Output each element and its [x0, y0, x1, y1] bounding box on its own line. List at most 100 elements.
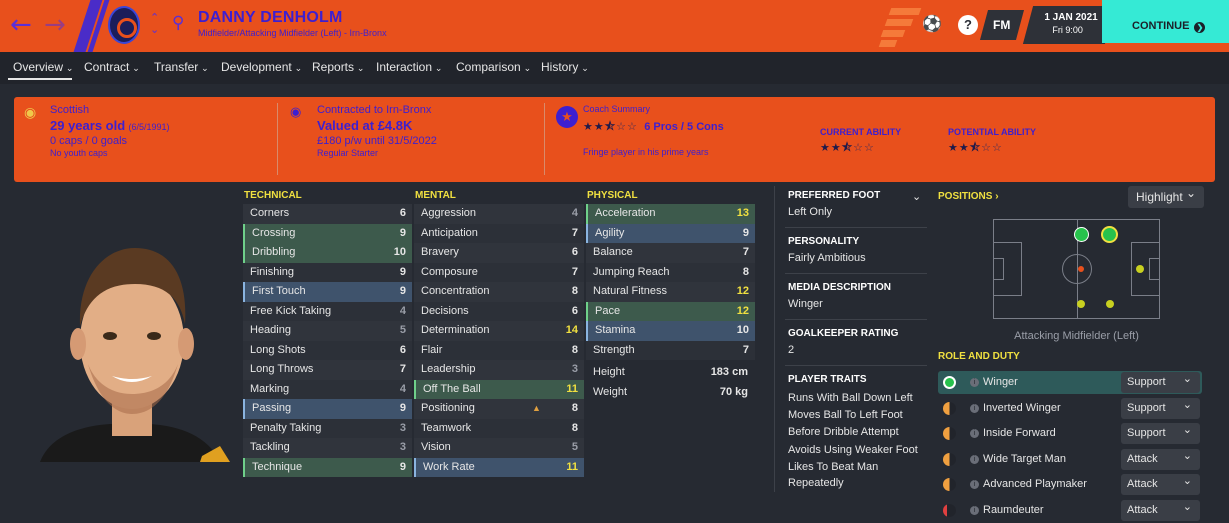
attr-corners[interactable]: Corners 6 — [243, 204, 412, 224]
attr-marking[interactable]: Marking 4 — [243, 379, 412, 399]
attr-tackling[interactable]: Tackling 3 — [243, 438, 412, 458]
attr-natural-fitness[interactable]: Natural Fitness 12 — [586, 282, 755, 302]
attr-technique[interactable]: Technique 9 — [243, 457, 412, 477]
tab-transfer[interactable]: Transfer — [154, 60, 209, 74]
continue-button[interactable]: CONTINUE ❯ — [1102, 0, 1229, 43]
player-subtitle[interactable]: Midfielder/Attacking Midfielder (Left) -… — [198, 28, 387, 38]
attr-first-touch[interactable]: First Touch 9 — [243, 282, 412, 302]
weight-value: 70 kg — [719, 386, 748, 398]
foot-dropdown-icon[interactable]: ⌄ — [912, 190, 921, 203]
positions-title[interactable]: POSITIONS › — [938, 191, 999, 202]
attr-composure[interactable]: Composure 7 — [414, 262, 584, 282]
attr-decisions[interactable]: Decisions 6 — [414, 301, 584, 321]
position-st-dot — [1136, 265, 1144, 273]
role-advanced-playmaker[interactable]: i Advanced Playmaker Attack — [938, 470, 1202, 496]
current-ability-label: CURRENT ABILITY — [820, 127, 902, 137]
nationality[interactable]: Scottish — [50, 104, 170, 116]
weight-label: Weight — [593, 386, 628, 398]
attr-heading[interactable]: Heading 5 — [243, 321, 412, 341]
preferred-foot-label: PREFERRED FOOT — [788, 190, 881, 201]
role-raumdeuter[interactable]: i Raumdeuter Attack — [938, 496, 1202, 522]
position-pitch[interactable] — [993, 219, 1160, 319]
tab-development[interactable]: Development — [221, 60, 302, 74]
help-icon[interactable]: ? — [958, 15, 978, 35]
info-icon[interactable]: i — [970, 378, 979, 387]
contract-title[interactable]: Contracted to Irn-Bronx — [317, 104, 437, 116]
search-icon[interactable]: ⚲ — [172, 13, 184, 33]
position-dm-dot — [1078, 266, 1084, 272]
attr-passing[interactable]: Passing 9 — [243, 399, 412, 419]
attr-jumping-reach[interactable]: Jumping Reach 8 — [586, 262, 755, 282]
attr-finishing[interactable]: Finishing 9 — [243, 262, 412, 282]
attr-pace[interactable]: Pace 12 — [586, 301, 755, 321]
forward-arrow-icon[interactable]: → — [44, 10, 66, 40]
attr-bravery[interactable]: Bravery 6 — [414, 243, 584, 263]
tab-reports[interactable]: Reports — [312, 60, 364, 74]
attr-long-throws[interactable]: Long Throws 7 — [243, 360, 412, 380]
info-icon[interactable]: i — [970, 455, 979, 464]
duty-dropdown[interactable]: Attack — [1121, 496, 1200, 521]
position-ml-dot — [1074, 227, 1089, 242]
personality-label: PERSONALITY — [788, 236, 860, 247]
player-portrait[interactable] — [30, 236, 230, 462]
attr-anticipation[interactable]: Anticipation 7 — [414, 223, 584, 243]
duty-dropdown[interactable]: Support — [1121, 394, 1200, 419]
football-icon[interactable]: ⚽ — [922, 15, 942, 35]
player-switch-arrows-icon[interactable]: ⌃ ⌄ — [150, 12, 159, 36]
attr-free-kick[interactable]: Free Kick Taking 4 — [243, 301, 412, 321]
info-icon[interactable]: i — [970, 429, 979, 438]
tab-overview[interactable]: Overview — [13, 60, 73, 74]
attr-teamwork[interactable]: Teamwork 8 — [414, 418, 584, 438]
trait-item: Runs With Ball Down Left — [788, 392, 913, 404]
attr-balance[interactable]: Balance 7 — [586, 243, 755, 263]
attr-off-the-ball[interactable]: Off The Ball 11 — [414, 379, 584, 399]
tab-interaction[interactable]: Interaction — [376, 60, 442, 74]
date-of-birth: (6/5/1991) — [128, 122, 170, 132]
caps-goals: 0 caps / 0 goals — [50, 135, 128, 147]
current-ability-stars: ★★⯪☆☆ — [820, 141, 875, 154]
attr-stamina[interactable]: Stamina 10 — [586, 321, 755, 341]
duty-dropdown[interactable]: Attack — [1121, 470, 1200, 495]
media-description: Winger — [788, 298, 823, 310]
coach-summary-title[interactable]: Coach Summary — [583, 104, 724, 114]
info-icon[interactable]: i — [970, 506, 979, 515]
attr-leadership[interactable]: Leadership 3 — [414, 360, 584, 380]
attr-crossing[interactable]: Crossing 9 — [243, 223, 412, 243]
role-suitability-icon — [943, 453, 956, 466]
attr-concentration[interactable]: Concentration 8 — [414, 282, 584, 302]
duty-dropdown[interactable]: Support — [1121, 368, 1200, 393]
coach-note: Fringe player in his prime years — [583, 147, 709, 157]
attr-strength[interactable]: Strength 7 — [586, 340, 755, 360]
attr-long-shots[interactable]: Long Shots 6 — [243, 340, 412, 360]
current-time: Fri 9:00 — [1052, 25, 1083, 35]
role-winger[interactable]: i Winger Support — [938, 368, 1202, 394]
info-icon[interactable]: i — [970, 404, 979, 413]
tab-history[interactable]: History — [541, 60, 589, 74]
role-suitability-icon — [943, 427, 956, 440]
back-arrow-icon[interactable]: ← — [10, 10, 32, 40]
attr-determination[interactable]: Determination 14 — [414, 321, 584, 341]
attr-positioning[interactable]: Positioning ▲ 8 — [414, 399, 584, 419]
tab-contract[interactable]: Contract — [84, 60, 140, 74]
duty-dropdown[interactable]: Support — [1121, 419, 1200, 444]
position-mr-dot — [1077, 300, 1085, 308]
trait-item: Before Dribble Attempt — [788, 426, 899, 438]
fm-menu-button[interactable]: FM — [979, 10, 1025, 40]
attr-agility[interactable]: Agility 9 — [586, 223, 755, 243]
club-crest-icon[interactable] — [108, 6, 140, 44]
highlight-dropdown[interactable]: Highlight ⌄ — [1128, 186, 1204, 208]
tab-comparison[interactable]: Comparison — [456, 60, 531, 74]
attr-work-rate[interactable]: Work Rate 11 — [414, 457, 584, 477]
attr-flair[interactable]: Flair 8 — [414, 340, 584, 360]
role-inverted-winger[interactable]: i Inverted Winger Support — [938, 394, 1202, 420]
trait-item: Moves Ball To Left Foot — [788, 409, 903, 421]
duty-dropdown[interactable]: Attack — [1121, 445, 1200, 470]
attr-aggression[interactable]: Aggression 4 — [414, 204, 584, 224]
role-inside-forward[interactable]: i Inside Forward Support — [938, 419, 1202, 445]
attr-penalty-taking[interactable]: Penalty Taking 3 — [243, 418, 412, 438]
role-wide-target-man[interactable]: i Wide Target Man Attack — [938, 445, 1202, 471]
attr-acceleration[interactable]: Acceleration 13 — [586, 204, 755, 224]
info-icon[interactable]: i — [970, 480, 979, 489]
attr-vision[interactable]: Vision 5 — [414, 438, 584, 458]
attr-dribbling[interactable]: Dribbling 10 — [243, 243, 412, 263]
